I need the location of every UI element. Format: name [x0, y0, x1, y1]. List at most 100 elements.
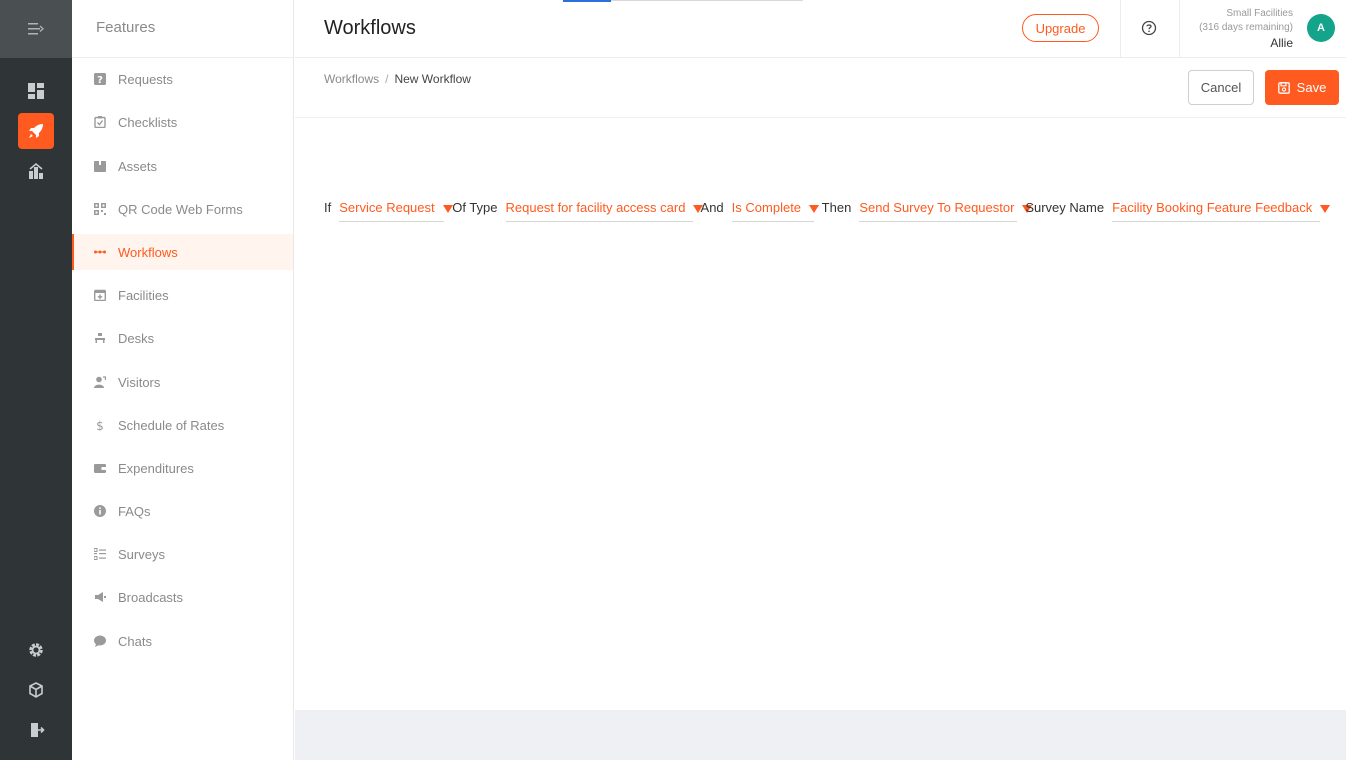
logout-icon	[31, 723, 45, 737]
trigger-dropdown[interactable]: Service Request	[339, 198, 453, 222]
rocket-icon	[29, 124, 43, 138]
header-divider	[1179, 0, 1180, 58]
sidebar-title: Features	[72, 0, 293, 58]
caret-down-icon	[1320, 205, 1331, 213]
sidebar-item-workflows[interactable]: Workflows	[72, 234, 293, 270]
sidebar-item-assets[interactable]: Assets	[72, 148, 293, 184]
survey-dropdown[interactable]: Facility Booking Feature Feedback	[1112, 198, 1331, 222]
condition-value: Is Complete	[731, 200, 802, 215]
rule-if-label: If	[324, 200, 332, 215]
main-content: Workflows / New Workflow Cancel Save If Se…	[295, 58, 1346, 710]
sidebar-item-expenditures[interactable]: Expenditures	[72, 450, 293, 486]
top-progress-fill	[563, 0, 611, 2]
condition-dropdown[interactable]: Is Complete	[731, 198, 820, 222]
caret-down-icon	[442, 205, 453, 213]
save-button[interactable]: Save	[1265, 70, 1339, 105]
sidebar-item-visitors[interactable]: Visitors	[72, 364, 293, 400]
gear-icon	[29, 643, 43, 657]
sidebar-item-label: Expenditures	[118, 460, 194, 476]
dollar-icon: $	[94, 419, 106, 431]
features-sidebar: Features ? Requests Checklists Assets QR…	[72, 0, 294, 760]
action-value: Send Survey To Requestor	[859, 200, 1015, 215]
type-dropdown[interactable]: Request for facility access card	[505, 198, 704, 222]
breadcrumb-separator: /	[385, 72, 389, 86]
clipboard-check-icon	[94, 116, 106, 128]
analytics-icon	[29, 163, 43, 179]
help-icon[interactable]	[1141, 20, 1157, 36]
account-user: Allie	[1270, 36, 1293, 50]
chat-icon	[94, 635, 106, 647]
type-value: Request for facility access card	[505, 200, 686, 215]
sidebar-item-label: Workflows	[118, 244, 178, 260]
svg-text:?: ?	[97, 75, 103, 85]
cube-icon	[29, 682, 43, 698]
sidebar-item-label: Visitors	[118, 374, 161, 390]
sidebar-item-schedule-of-rates[interactable]: $ Schedule of Rates	[72, 407, 293, 443]
megaphone-icon	[94, 591, 106, 603]
sidebar-item-label: Broadcasts	[118, 589, 184, 605]
rail-features[interactable]	[18, 113, 54, 149]
breadcrumb-current: New Workflow	[394, 72, 471, 86]
rail-analytics[interactable]	[18, 153, 54, 189]
wallet-icon	[94, 462, 106, 474]
account-remaining: (316 days remaining)	[1199, 22, 1293, 33]
cancel-button[interactable]: Cancel	[1188, 70, 1254, 105]
rule-of-type-label: Of Type	[452, 200, 498, 215]
sidebar-item-label: QR Code Web Forms	[118, 201, 243, 217]
info-icon	[94, 505, 106, 517]
rail-dashboard[interactable]	[18, 73, 54, 109]
sidebar-item-label: Requests	[118, 71, 173, 87]
rail-logout[interactable]	[18, 712, 54, 748]
sidebar-item-label: Chats	[118, 633, 152, 649]
sidebar-item-chats[interactable]: Chats	[72, 623, 293, 659]
page-header: Workflows Upgrade Small Facilities (316 …	[295, 0, 1346, 58]
upgrade-button[interactable]: Upgrade	[1022, 14, 1099, 42]
save-button-label: Save	[1296, 80, 1327, 95]
sidebar-item-label: Checklists	[118, 114, 178, 130]
avatar[interactable]: A	[1307, 14, 1335, 42]
caret-down-icon	[809, 205, 820, 213]
rule-survey-name-label: Survey Name	[1025, 200, 1105, 215]
qr-code-icon	[94, 203, 106, 215]
save-icon	[1277, 81, 1290, 94]
sidebar-item-broadcasts[interactable]: Broadcasts	[72, 579, 293, 615]
sidebar-item-qr-code-web-forms[interactable]: QR Code Web Forms	[72, 191, 293, 227]
sidebar-item-label: Desks	[118, 330, 155, 346]
dashboard-icon	[28, 83, 44, 99]
account-info[interactable]: Small Facilities (316 days remaining) Al…	[1199, 7, 1293, 51]
sidebar-item-label: Assets	[118, 158, 158, 174]
sidebar-item-requests[interactable]: ? Requests	[72, 61, 293, 97]
svg-text:$: $	[96, 419, 104, 431]
sidebar-item-facilities[interactable]: Facilities	[72, 277, 293, 313]
workflow-rule: If Service Request Of Type Request for f…	[324, 198, 1331, 222]
rule-then-label: Then	[821, 200, 852, 215]
sidebar-item-label: Surveys	[118, 546, 165, 562]
rail-settings[interactable]	[18, 632, 54, 668]
header-divider	[1120, 0, 1121, 58]
app-rail	[0, 0, 72, 760]
rule-and-label: And	[700, 200, 724, 215]
sidebar-item-desks[interactable]: Desks	[72, 320, 293, 356]
header-divider-line	[295, 117, 1346, 118]
sidebar-item-label: FAQs	[118, 503, 151, 519]
sidebar-item-faqs[interactable]: FAQs	[72, 493, 293, 529]
rail-modules[interactable]	[18, 672, 54, 708]
menu-toggle[interactable]	[0, 0, 72, 58]
breadcrumb-parent[interactable]: Workflows	[324, 72, 379, 86]
box-icon	[94, 160, 106, 172]
workflow-icon	[94, 246, 106, 258]
visitor-icon	[94, 376, 106, 388]
page-title: Workflows	[324, 17, 416, 39]
calendar-plus-icon	[94, 289, 106, 301]
sidebar-item-label: Facilities	[118, 287, 169, 303]
desk-icon	[94, 332, 106, 344]
menu-collapse-icon	[28, 23, 44, 35]
action-dropdown[interactable]: Send Survey To Requestor	[859, 198, 1033, 222]
sidebar-item-checklists[interactable]: Checklists	[72, 104, 293, 140]
survey-value: Facility Booking Feature Feedback	[1112, 200, 1313, 215]
sidebar-item-surveys[interactable]: Surveys	[72, 536, 293, 572]
footer-band	[295, 710, 1346, 760]
question-icon: ?	[94, 73, 106, 85]
trigger-value: Service Request	[339, 200, 435, 215]
account-org: Small Facilities	[1226, 8, 1293, 19]
